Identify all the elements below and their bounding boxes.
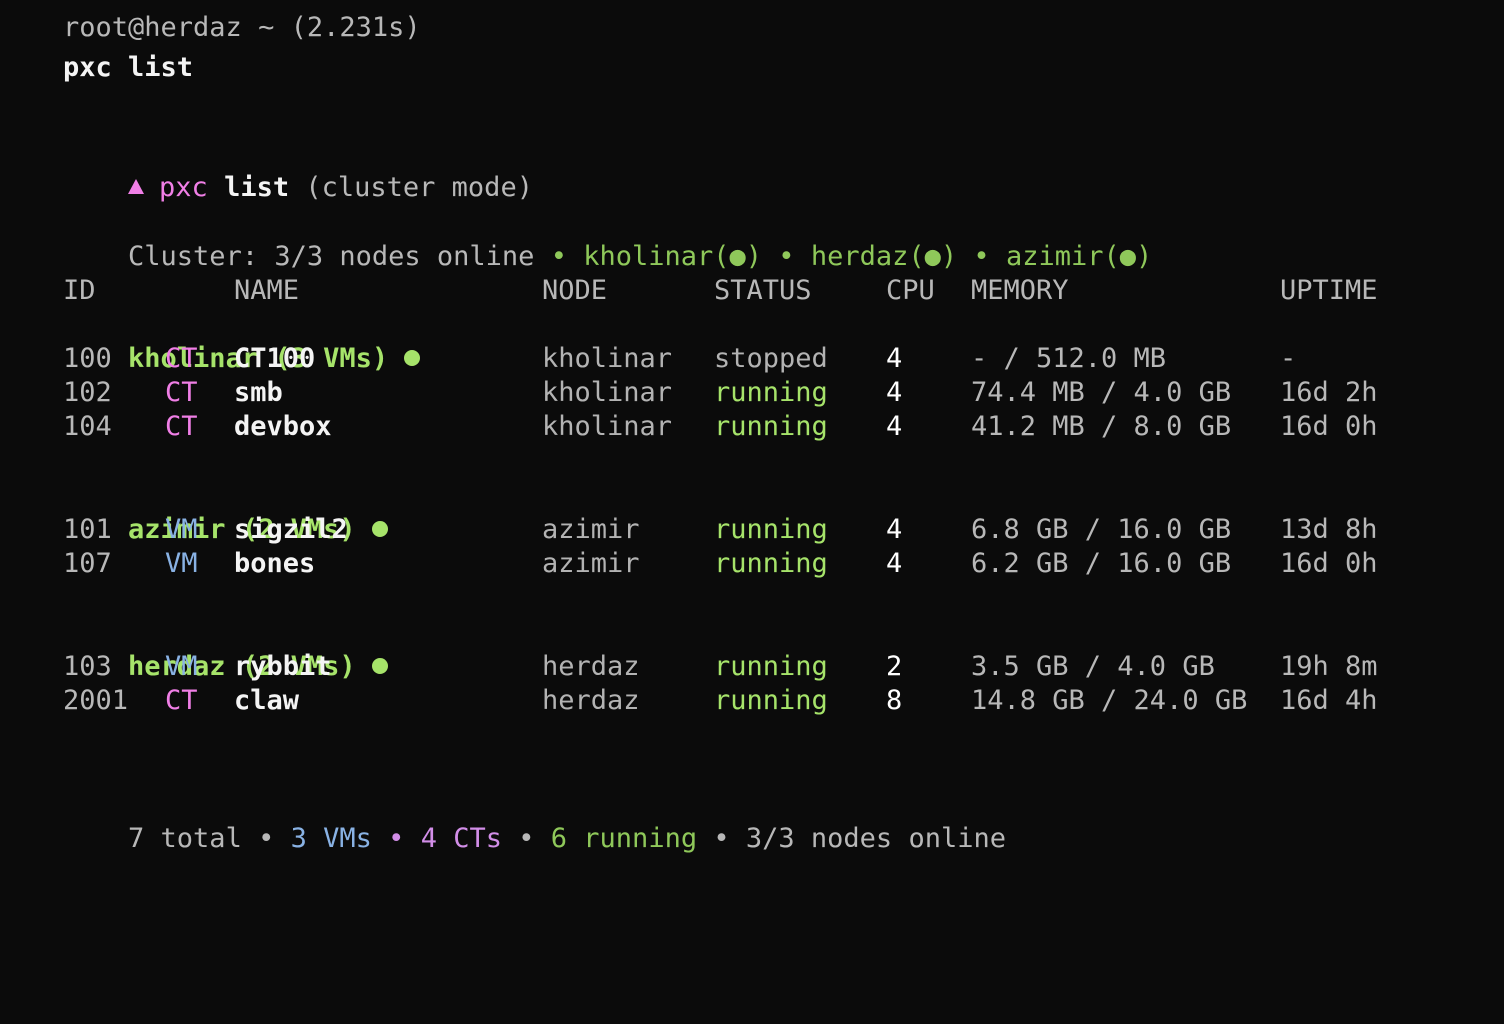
summary-cts: 4 CTs xyxy=(420,823,502,854)
row-cpu: 8 xyxy=(886,685,903,716)
row-uptime: 16d 2h xyxy=(1280,377,1378,408)
row-node: herdaz xyxy=(542,651,640,682)
row-type: CT xyxy=(165,411,198,442)
cluster-node-kholinar: kholinar(●) xyxy=(583,241,763,272)
summary-separator: • xyxy=(518,823,535,854)
row-memory: - / 512.0 MB xyxy=(971,343,1167,374)
column-node: NODE xyxy=(542,275,608,306)
row-cpu: 4 xyxy=(886,548,903,579)
column-cpu: CPU xyxy=(886,275,935,306)
row-type: CT xyxy=(165,685,198,716)
row-type: CT xyxy=(165,377,198,408)
row-type: VM xyxy=(165,514,198,545)
row-node: kholinar xyxy=(542,377,673,408)
command-header: pxc list (cluster mode) xyxy=(63,137,533,203)
row-cpu: 4 xyxy=(886,343,903,374)
triangle-icon xyxy=(128,179,145,194)
summary-nodes: 3/3 nodes online xyxy=(745,823,1006,854)
summary-total: 7 total xyxy=(128,823,242,854)
row-type: VM xyxy=(165,548,198,579)
group-header-herdaz: herdaz (2 VMs) xyxy=(63,616,388,682)
row-status: running xyxy=(714,651,828,682)
summary-running: 6 running xyxy=(550,823,698,854)
cluster-separator: • xyxy=(973,241,990,272)
row-id: 104 xyxy=(63,411,112,442)
row-memory: 41.2 MB / 8.0 GB xyxy=(971,411,1232,442)
row-uptime: 16d 0h xyxy=(1280,411,1378,442)
cluster-separator: • xyxy=(778,241,795,272)
table-row[interactable]: 101 VM sigzil2 azimir running 4 6.8 GB /… xyxy=(0,513,1504,547)
row-status: running xyxy=(714,411,828,442)
row-status: stopped xyxy=(714,343,828,374)
row-name: sigzil2 xyxy=(234,514,348,545)
row-node: azimir xyxy=(542,548,640,579)
table-row[interactable]: 2001 CT claw herdaz running 8 14.8 GB / … xyxy=(0,684,1504,718)
row-memory: 14.8 GB / 24.0 GB xyxy=(971,685,1248,716)
row-id: 101 xyxy=(63,514,112,545)
row-uptime: 16d 0h xyxy=(1280,548,1378,579)
row-id: 2001 xyxy=(63,685,129,716)
prompt-command[interactable]: pxc list xyxy=(63,51,193,85)
summary-vms: 3 VMs xyxy=(290,823,372,854)
row-name: CT100 xyxy=(234,343,316,374)
column-status: STATUS xyxy=(714,275,812,306)
column-id: ID xyxy=(63,275,96,306)
table-row[interactable]: 102 CT smb kholinar running 4 74.4 MB / … xyxy=(0,376,1504,410)
group-header-azimir: azimir (2 VMs) xyxy=(63,479,388,545)
row-cpu: 4 xyxy=(886,411,903,442)
summary-separator: • xyxy=(388,823,405,854)
table-row[interactable]: 100 CT CT100 kholinar stopped 4 - / 512.… xyxy=(0,342,1504,376)
row-id: 107 xyxy=(63,548,112,579)
row-uptime: 16d 4h xyxy=(1280,685,1378,716)
cluster-status: Cluster: 3/3 nodes online • kholinar(●) … xyxy=(63,206,1152,272)
row-node: kholinar xyxy=(542,343,673,374)
row-status: running xyxy=(714,685,828,716)
column-name: NAME xyxy=(234,275,300,306)
column-memory: MEMORY xyxy=(971,275,1069,306)
group-header-kholinar: kholinar (3 VMs) xyxy=(63,308,421,374)
summary-separator: • xyxy=(713,823,730,854)
row-status: running xyxy=(714,377,828,408)
row-id: 100 xyxy=(63,343,112,374)
row-memory: 6.2 GB / 16.0 GB xyxy=(971,548,1232,579)
cluster-separator: • xyxy=(550,241,567,272)
row-type: CT xyxy=(165,343,198,374)
row-status: running xyxy=(714,548,828,579)
row-uptime: 19h 8m xyxy=(1280,651,1378,682)
row-name: bones xyxy=(234,548,316,579)
row-status: running xyxy=(714,514,828,545)
header-mode: (cluster mode) xyxy=(305,172,533,203)
header-command: list xyxy=(224,172,290,203)
prompt-host: root@herdaz ~ (2.231s) xyxy=(63,12,421,43)
cluster-label: Cluster: 3/3 nodes online xyxy=(128,241,535,272)
row-name: devbox xyxy=(234,411,332,442)
summary-separator: • xyxy=(258,823,275,854)
table-row[interactable]: 103 VM rybbit herdaz running 2 3.5 GB / … xyxy=(0,650,1504,684)
row-node: azimir xyxy=(542,514,640,545)
table-row[interactable]: 104 CT devbox kholinar running 4 41.2 MB… xyxy=(0,410,1504,444)
row-type: VM xyxy=(165,651,198,682)
row-cpu: 4 xyxy=(886,514,903,545)
column-uptime: UPTIME xyxy=(1280,275,1378,306)
row-uptime: - xyxy=(1280,343,1297,374)
row-memory: 74.4 MB / 4.0 GB xyxy=(971,377,1232,408)
row-uptime: 13d 8h xyxy=(1280,514,1378,545)
row-node: herdaz xyxy=(542,685,640,716)
summary-line: 7 total • 3 VMs • 4 CTs • 6 running • 3/… xyxy=(63,788,1006,854)
row-cpu: 2 xyxy=(886,651,903,682)
row-memory: 6.8 GB / 16.0 GB xyxy=(971,514,1232,545)
row-name: claw xyxy=(234,685,300,716)
row-name: smb xyxy=(234,377,283,408)
row-node: kholinar xyxy=(542,411,673,442)
row-name: rybbit xyxy=(234,651,332,682)
row-id: 103 xyxy=(63,651,112,682)
row-cpu: 4 xyxy=(886,377,903,408)
table-row[interactable]: 107 VM bones azimir running 4 6.2 GB / 1… xyxy=(0,547,1504,581)
header-app: pxc xyxy=(159,172,208,203)
cluster-node-azimir: azimir(●) xyxy=(1005,241,1153,272)
cluster-node-herdaz: herdaz(●) xyxy=(810,241,958,272)
table-header-row: ID NAME NODE STATUS CPU MEMORY UPTIME xyxy=(0,274,1504,308)
row-id: 102 xyxy=(63,377,112,408)
row-memory: 3.5 GB / 4.0 GB xyxy=(971,651,1215,682)
